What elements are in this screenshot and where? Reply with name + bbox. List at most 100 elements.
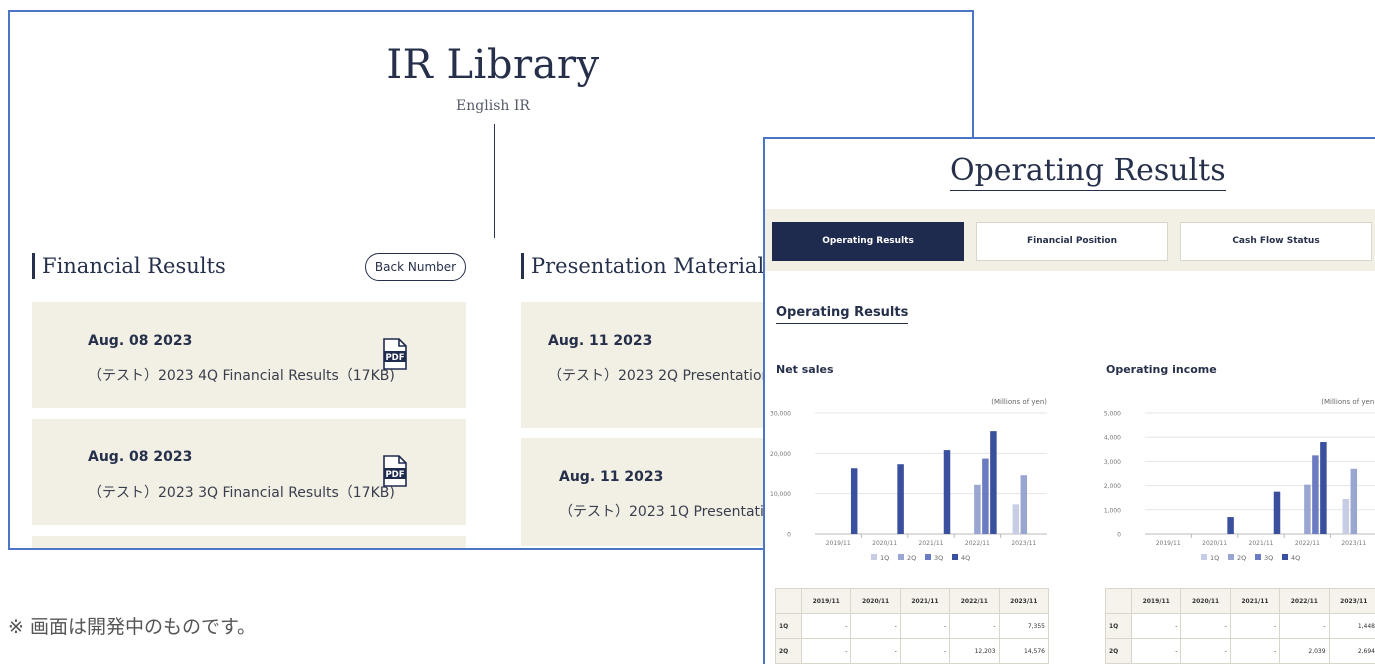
title-divider [494, 124, 495, 238]
financial-result-card[interactable]: Aug. 08 2023 （テスト）2023 3Q Financial Resu… [32, 419, 466, 525]
result-date: Aug. 08 2023 [88, 449, 193, 465]
operating-income-y-tick-label: 1,000 [1104, 507, 1121, 514]
operating-income-legend-label: 1Q [1210, 554, 1219, 562]
table-header [775, 588, 802, 614]
table-header: 2021/11 [899, 588, 951, 614]
net-sales-legend-swatch [925, 554, 931, 560]
table-header: 2020/11 [1180, 588, 1231, 614]
table-row: 1Q - - - - 7,355 [775, 613, 1050, 639]
table-header: 2022/11 [949, 588, 1000, 614]
table-cell: 2,039 [1279, 638, 1330, 664]
development-note: ※ 画面は開発中のものです。 [8, 616, 257, 638]
operating-income-y-tick-label: 2,000 [1104, 483, 1121, 490]
operating-income-bar-2q [1350, 468, 1358, 534]
table-header: 2020/11 [850, 588, 901, 614]
presentation-date: Aug. 11 2023 [559, 469, 664, 485]
table-cell: - [1180, 638, 1231, 664]
net-sales-y-tick-label: 20,000 [770, 451, 791, 458]
operating-income-y-tick-label: 5,000 [1104, 411, 1121, 418]
operating-income-x-tick-label: 2019/11 [1156, 540, 1181, 547]
table-header: 2021/11 [1229, 588, 1281, 614]
operating-income-y-tick-label: 0 [1117, 532, 1121, 539]
table-cell: 2Q [775, 638, 802, 664]
net-sales-bar-4q [943, 450, 951, 534]
table-cell: - [1279, 613, 1330, 639]
table-cell: - [949, 613, 1000, 639]
operating-income-bar-1q [1342, 498, 1350, 534]
tab-financial-position[interactable]: Financial Position [976, 222, 1168, 261]
operating-income-table: 2019/11 2020/11 2021/11 2022/11 2023/11 … [1105, 588, 1375, 664]
presentation-date: Aug. 11 2023 [548, 333, 653, 349]
net-sales-x-tick-label: 2021/11 [919, 540, 944, 547]
operating-income-bar-4q [1227, 517, 1234, 534]
table-cell: - [1130, 638, 1182, 664]
operating-income-bar-4q [1273, 491, 1281, 534]
operating-income-legend-swatch [1255, 554, 1261, 560]
operating-results-window: Operating Results Operating Results Fina… [763, 137, 1375, 664]
table-cell: - [1180, 613, 1231, 639]
back-number-button[interactable]: Back Number [365, 253, 466, 281]
net-sales-unit-label: (Millions of yen) [991, 398, 1047, 406]
result-link[interactable]: （テスト）2023 3Q Financial Results（17KB) [88, 482, 395, 502]
operating-income-x-tick-label: 2021/11 [1249, 540, 1274, 547]
svg-text:PDF: PDF [385, 470, 404, 480]
presentation-materials-heading: Presentation Material [521, 253, 764, 279]
net-sales-legend-label: 4Q [961, 554, 970, 562]
page-subtitle: English IR [456, 98, 530, 114]
page-title: IR Library [386, 42, 600, 88]
tab-cash-flow-status[interactable]: Cash Flow Status [1180, 222, 1372, 261]
table-header [1105, 588, 1132, 614]
operating-income-chart-title: Operating income [1106, 363, 1217, 376]
net-sales-x-tick-label: 2022/11 [965, 540, 990, 547]
table-cell: - [800, 638, 852, 664]
table-cell: - [1229, 638, 1281, 664]
result-link[interactable]: （テスト）2023 4Q Financial Results（17KB) [88, 365, 395, 385]
net-sales-table: 2019/11 2020/11 2021/11 2022/11 2023/11 … [775, 588, 1050, 664]
table-cell: 1Q [775, 613, 802, 639]
table-row: 2Q - - - 2,039 2,694 [1105, 638, 1375, 664]
operating-income-legend-label: 4Q [1291, 554, 1300, 562]
operating-income-bar-2q [1304, 484, 1311, 534]
table-cell: 2Q [1105, 638, 1132, 664]
operating-income-legend-swatch [1201, 554, 1207, 560]
tab-bar: Operating Results Financial Position Cas… [765, 209, 1375, 271]
table-cell: - [850, 613, 901, 639]
financial-result-card[interactable]: Aug. 08 2023 （テスト）2023 4Q Financial Resu… [32, 302, 466, 408]
table-header: 2019/11 [800, 588, 852, 614]
net-sales-y-tick-label: 30,000 [770, 411, 791, 418]
operating-income-legend-swatch [1282, 554, 1288, 560]
table-cell: - [899, 613, 951, 639]
table-cell: 1,448 [1328, 613, 1375, 639]
table-header-row: 2019/11 2020/11 2021/11 2022/11 2023/11 [775, 588, 1050, 614]
net-sales-legend-label: 1Q [880, 554, 889, 562]
table-header: 2022/11 [1279, 588, 1330, 614]
table-cell: - [1229, 613, 1281, 639]
net-sales-chart-title: Net sales [776, 363, 834, 376]
operating-income-chart: (Millions of yen) 0 1,000 2,000 3,000 4,000 5,… [1104, 398, 1375, 562]
financial-results-heading: Financial Results [32, 253, 226, 279]
financial-result-card[interactable] [32, 536, 466, 548]
table-header: 2023/11 [998, 588, 1050, 614]
pdf-icon[interactable]: PDF [383, 338, 407, 370]
table-cell: - [1130, 613, 1182, 639]
table-cell: 7,355 [998, 613, 1050, 639]
table-cell: 12,203 [949, 638, 1000, 664]
table-cell: 2,694 [1328, 638, 1375, 664]
table-cell: 14,576 [998, 638, 1050, 664]
net-sales-legend-swatch [871, 554, 877, 560]
pdf-icon[interactable]: PDF [383, 455, 407, 487]
operating-income-bar-4q [1320, 442, 1327, 534]
table-header-row: 2019/11 2020/11 2021/11 2022/11 2023/11 [1105, 588, 1375, 614]
net-sales-legend-label: 3Q [934, 554, 943, 562]
net-sales-bar-3q [982, 458, 989, 534]
table-header: 2023/11 [1328, 588, 1375, 614]
operating-income-x-tick-label: 2023/11 [1341, 540, 1366, 547]
net-sales-legend-swatch [952, 554, 958, 560]
operating-income-x-tick-label: 2020/11 [1202, 540, 1227, 547]
section-heading: Operating Results [776, 305, 909, 324]
operating-income-y-tick-label: 4,000 [1104, 435, 1121, 442]
tab-operating-results[interactable]: Operating Results [772, 222, 964, 261]
table-row: 1Q - - - - 1,448 [1105, 613, 1375, 639]
operating-income-unit-label: (Millions of yen) [1321, 398, 1375, 406]
operating-income-legend-label: 2Q [1237, 554, 1246, 562]
